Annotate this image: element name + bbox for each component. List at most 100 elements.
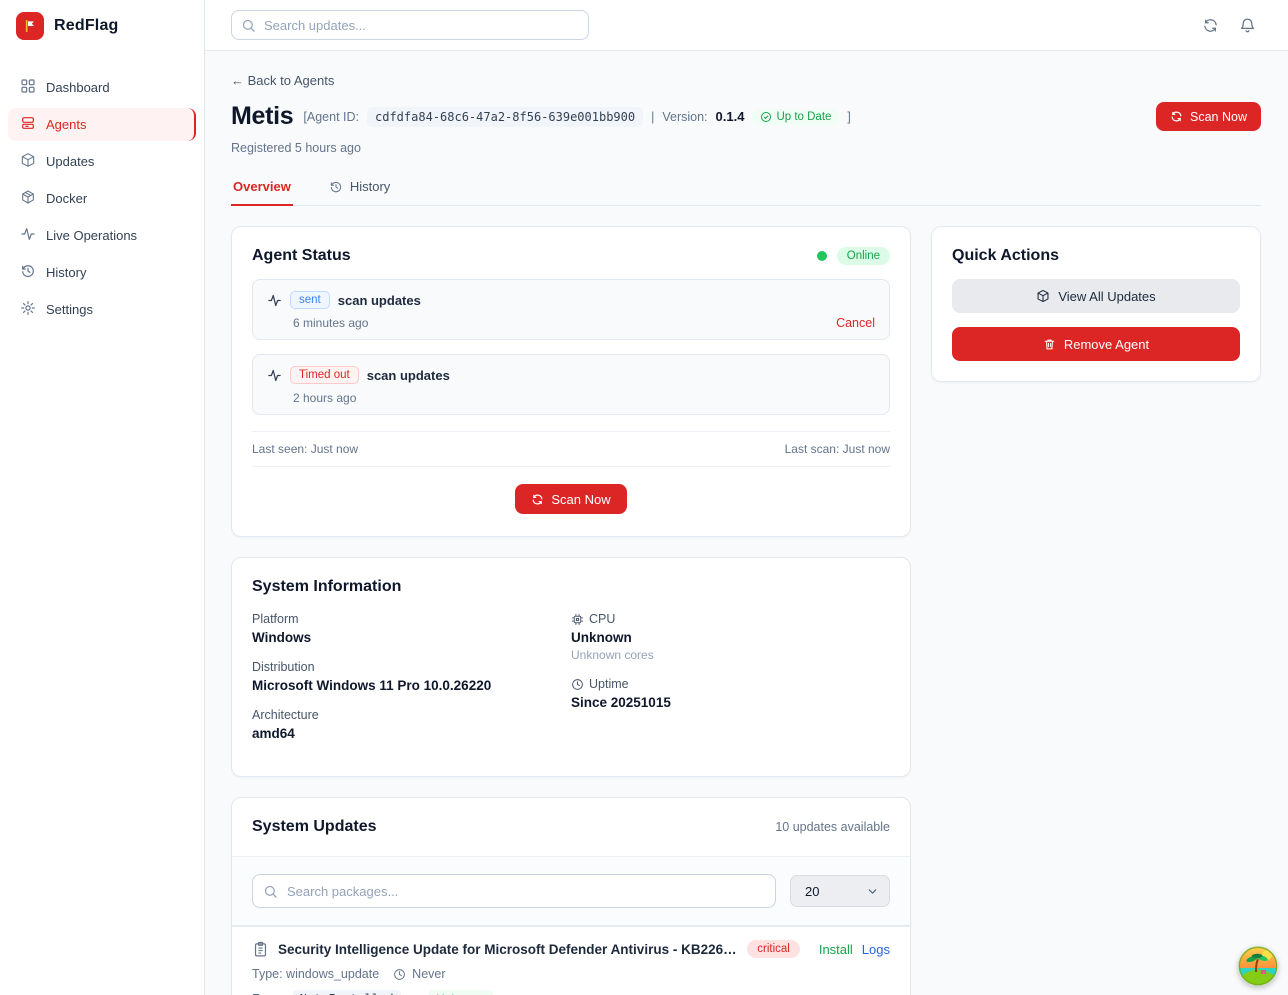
view-all-updates-button[interactable]: View All Updates bbox=[952, 279, 1240, 313]
topbar bbox=[205, 0, 1288, 51]
agent-meta: [Agent ID: cdfdfa84-68c6-47a2-8f56-639e0… bbox=[303, 107, 851, 127]
online-badge: Online bbox=[837, 247, 890, 265]
quick-actions-card: Quick Actions View All Updates Remove Ag… bbox=[931, 226, 1261, 382]
scan-now-button-header[interactable]: Scan Now bbox=[1156, 102, 1261, 131]
sidebar-item-label: Docker bbox=[46, 191, 87, 206]
event-text: scan updates bbox=[367, 368, 450, 383]
island-fab-button[interactable] bbox=[1238, 946, 1278, 986]
event-time: 2 hours ago bbox=[293, 391, 356, 405]
agent-detail-page: ← Back to Agents Metis [Agent ID: cdfdfa… bbox=[205, 51, 1288, 995]
clock-icon bbox=[393, 968, 406, 981]
gear-icon bbox=[20, 300, 36, 319]
sidebar-item-updates[interactable]: Updates bbox=[8, 145, 196, 178]
sidebar-item-docker[interactable]: Docker bbox=[8, 182, 196, 215]
cpu-value: Unknown bbox=[571, 630, 890, 645]
tab-bar: Overview History bbox=[231, 179, 1261, 206]
severity-badge: critical bbox=[747, 940, 800, 958]
distribution-value: Microsoft Windows 11 Pro 10.0.26220 bbox=[252, 678, 571, 693]
app-root: RedFlag Dashboard Agents Updates Docker … bbox=[0, 0, 1288, 995]
update-row: Security Intelligence Update for Microso… bbox=[232, 926, 910, 995]
tab-overview[interactable]: Overview bbox=[231, 179, 293, 206]
search-icon bbox=[241, 18, 256, 33]
online-dot bbox=[817, 251, 827, 261]
search-updates-input[interactable] bbox=[231, 10, 589, 40]
history-icon bbox=[329, 180, 343, 194]
meta-divider: | bbox=[651, 110, 654, 124]
from-version-badge: Not Installed bbox=[293, 990, 401, 995]
update-name: Security Intelligence Update for Microso… bbox=[278, 942, 738, 957]
registered-text: Registered 5 hours ago bbox=[231, 141, 1261, 155]
version-label: Version: bbox=[662, 110, 707, 124]
up-to-date-badge: Up to Date bbox=[752, 109, 839, 125]
event-status-badge: Timed out bbox=[290, 366, 359, 384]
sidebar-item-label: Agents bbox=[46, 117, 86, 132]
remove-agent-button[interactable]: Remove Agent bbox=[952, 327, 1240, 361]
system-information-card: System Information Platform Windows Dist… bbox=[231, 557, 911, 777]
updates-available-count: 10 updates available bbox=[775, 820, 890, 834]
sidebar-item-agents[interactable]: Agents bbox=[8, 108, 196, 141]
system-info-left: Platform Windows Distribution Microsoft … bbox=[252, 612, 571, 756]
sidebar-nav: Dashboard Agents Updates Docker Live Ope… bbox=[0, 51, 204, 346]
trash-icon bbox=[1043, 338, 1056, 351]
event-row-sent: sent scan updates 6 minutes ago Cancel bbox=[252, 279, 890, 340]
sidebar-item-history[interactable]: History bbox=[8, 256, 196, 289]
search-packages-input[interactable] bbox=[252, 874, 776, 908]
sidebar-item-label: Live Operations bbox=[46, 228, 137, 243]
back-to-agents-link[interactable]: ← Back to Agents bbox=[231, 73, 334, 88]
agent-status-card: Agent Status Online sent scan updates bbox=[231, 226, 911, 537]
sidebar-item-settings[interactable]: Settings bbox=[8, 293, 196, 326]
agent-id-label: [Agent ID: bbox=[303, 110, 359, 124]
sidebar-item-label: Dashboard bbox=[46, 80, 110, 95]
tab-history[interactable]: History bbox=[327, 179, 392, 206]
uptime-value: Since 20251015 bbox=[571, 695, 890, 710]
meta-bracket-close: ] bbox=[847, 110, 850, 124]
logs-link[interactable]: Logs bbox=[862, 942, 890, 957]
uptime-label: Uptime bbox=[571, 677, 890, 691]
global-search bbox=[231, 10, 589, 40]
cancel-link[interactable]: Cancel bbox=[836, 316, 875, 330]
update-type: Type: windows_update bbox=[252, 967, 379, 981]
sidebar-item-live-operations[interactable]: Live Operations bbox=[8, 219, 196, 252]
server-icon bbox=[20, 115, 36, 134]
scan-now-button-card[interactable]: Scan Now bbox=[515, 484, 626, 514]
agent-id-value: cdfdfa84-68c6-47a2-8f56-639e001bb900 bbox=[367, 107, 643, 127]
activity-icon bbox=[267, 368, 282, 383]
system-updates-card: System Updates 10 updates available 20 bbox=[231, 797, 911, 995]
to-version-badge: Unknown bbox=[429, 990, 493, 995]
event-time: 6 minutes ago bbox=[293, 316, 368, 330]
page-header: Metis [Agent ID: cdfdfa84-68c6-47a2-8f56… bbox=[231, 102, 1261, 131]
cpu-label: CPU bbox=[571, 612, 890, 626]
refresh-icon[interactable] bbox=[1198, 13, 1223, 38]
activity-icon bbox=[20, 226, 36, 245]
last-scan-text: Last scan: Just now bbox=[785, 442, 890, 456]
system-updates-title: System Updates bbox=[252, 818, 377, 836]
sidebar-item-dashboard[interactable]: Dashboard bbox=[8, 71, 196, 104]
architecture-value: amd64 bbox=[252, 726, 571, 741]
refresh-icon bbox=[1170, 110, 1183, 123]
distribution-label: Distribution bbox=[252, 660, 571, 674]
search-icon bbox=[263, 884, 278, 899]
page-size-select[interactable]: 20 bbox=[790, 875, 890, 907]
event-row-timedout: Timed out scan updates 2 hours ago bbox=[252, 354, 890, 415]
version-value: 0.1.4 bbox=[716, 109, 745, 124]
island-icon bbox=[1238, 946, 1278, 986]
content-grid: Agent Status Online sent scan updates bbox=[231, 226, 1261, 995]
install-link[interactable]: Install bbox=[819, 942, 853, 957]
agent-status-title: Agent Status bbox=[252, 247, 351, 265]
platform-label: Platform bbox=[252, 612, 571, 626]
grid-icon bbox=[20, 78, 36, 97]
history-icon bbox=[20, 263, 36, 282]
system-info-right: CPU Unknown Unknown cores Uptime bbox=[571, 612, 890, 756]
architecture-label: Architecture bbox=[252, 708, 571, 722]
agent-status-state: Online bbox=[817, 247, 890, 265]
left-column: Agent Status Online sent scan updates bbox=[231, 226, 911, 995]
sidebar-item-label: History bbox=[46, 265, 86, 280]
bell-icon[interactable] bbox=[1235, 13, 1260, 38]
refresh-icon bbox=[531, 493, 544, 506]
clipboard-icon bbox=[252, 941, 269, 958]
system-information-title: System Information bbox=[252, 578, 401, 595]
package-icon bbox=[20, 152, 36, 171]
event-status-badge: sent bbox=[290, 291, 330, 309]
brand: RedFlag bbox=[0, 0, 204, 51]
updates-toolbar: 20 bbox=[232, 856, 910, 926]
